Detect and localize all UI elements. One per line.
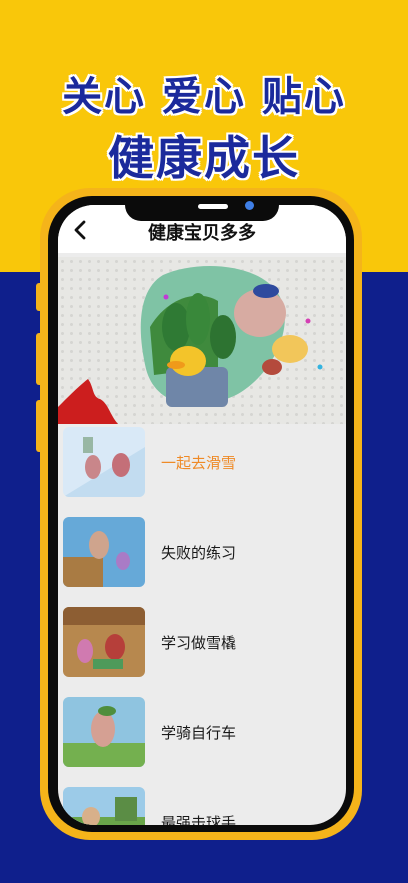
episode-title: 最强击球手	[161, 814, 237, 825]
episode-item-5[interactable]: 最强击球手	[63, 787, 345, 825]
episode-item-2[interactable]: 失败的练习	[63, 517, 345, 589]
video-banner[interactable]	[58, 257, 346, 424]
page-title: 健康宝贝多多	[148, 223, 256, 244]
camera-dot	[245, 201, 254, 210]
app-screen: 健康宝贝多多 一起去滑雪 失败的练习 学习做雪橇 学骑自行车 最强击球手	[58, 205, 346, 825]
banner-illustration	[58, 265, 323, 424]
duck-character	[170, 346, 206, 376]
promo-slogan-line2: 健康成长	[108, 131, 300, 185]
phone-power-button	[36, 400, 44, 452]
episode-item-1[interactable]: 一起去滑雪	[63, 427, 345, 499]
episode-thumbnail	[63, 607, 145, 677]
phone-notch	[125, 197, 279, 221]
episode-title: 一起去滑雪	[161, 454, 237, 472]
bird-character	[272, 335, 308, 363]
speaker-grille	[198, 204, 228, 209]
episode-title: 失败的练习	[161, 544, 237, 562]
episode-thumbnail	[63, 697, 145, 767]
episode-thumbnail	[63, 427, 145, 497]
episode-item-4[interactable]: 学骑自行车	[63, 697, 345, 769]
phone-volume-button	[36, 283, 44, 311]
promo-slogan-line1: 关心 爱心 贴心	[62, 74, 346, 120]
phone-volume-button	[36, 333, 44, 385]
episode-thumbnail	[63, 787, 145, 825]
red-splash-shape	[58, 379, 118, 424]
episode-thumbnail	[63, 517, 145, 587]
episode-title: 学习做雪橇	[161, 634, 237, 652]
episode-item-3[interactable]: 学习做雪橇	[63, 607, 345, 679]
episode-title: 学骑自行车	[161, 724, 237, 742]
